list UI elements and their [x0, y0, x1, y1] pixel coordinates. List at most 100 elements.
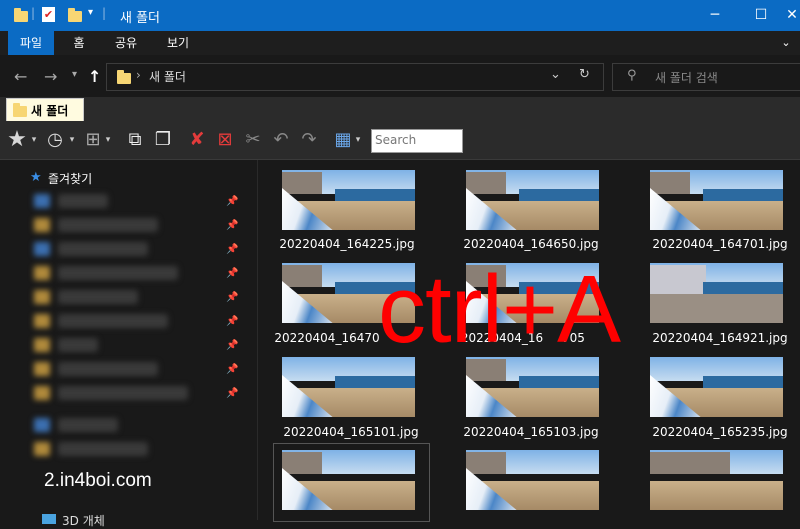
thumbnail[interactable] [650, 263, 783, 323]
thumbnail[interactable] [282, 450, 415, 510]
blurred-item[interactable] [58, 418, 118, 432]
thumbnail[interactable] [282, 170, 415, 230]
pin-icon[interactable]: 📌 [226, 196, 238, 207]
folder-icon [14, 8, 28, 22]
search-input[interactable]: ⚲ 새 폴더 검색 [612, 63, 800, 91]
thumbnail[interactable] [466, 170, 599, 230]
expand-ribbon-icon[interactable]: ⌄ [778, 31, 794, 55]
blurred-item[interactable] [58, 386, 188, 400]
new-folder-icon[interactable] [68, 8, 82, 22]
menu-home[interactable]: 홈 [62, 31, 96, 55]
breadcrumb-chevron-icon[interactable]: › [136, 68, 141, 82]
chevron-down-icon[interactable]: ▾ [104, 130, 112, 150]
3d-objects-icon [42, 514, 56, 524]
search-icon: ⚲ [627, 68, 637, 83]
chevron-down-icon[interactable]: ▾ [88, 7, 93, 18]
file-name[interactable]: 20220404_165235.jpg [645, 425, 795, 439]
star-icon: ★ [30, 170, 42, 185]
pin-icon[interactable]: 📌 [226, 220, 238, 231]
navigation-pane: ★ 즐겨찾기 📌 📌 📌 📌 📌 📌 📌 📌 📌 3D 개체 [0, 160, 258, 528]
pin-icon[interactable]: 📌 [226, 316, 238, 327]
pin-icon[interactable]: 📌 [226, 244, 238, 255]
pin-icon[interactable]: 📌 [226, 292, 238, 303]
pin-icon[interactable]: 📌 [226, 340, 238, 351]
pin-icon[interactable]: 📌 [226, 388, 238, 399]
quick-access-label[interactable]: 즐겨찾기 [48, 170, 92, 187]
blurred-icon [34, 218, 50, 232]
thumbnail[interactable] [650, 170, 783, 230]
chevron-down-icon[interactable]: ▾ [354, 130, 362, 150]
chevron-down-icon[interactable]: ▾ [30, 130, 38, 150]
folder-icon [13, 103, 27, 117]
blurred-item[interactable] [58, 362, 158, 376]
thumbnail[interactable] [466, 357, 599, 417]
file-name[interactable]: 20220404_164921.jpg [645, 331, 795, 345]
ctrl-a-overlay-text: ctrl+A [378, 256, 621, 363]
watermark-text: 2.in4boi.com [44, 470, 152, 491]
cut-icon[interactable]: ✂ [242, 130, 264, 150]
title-bar: | ✔ ▾ | 새 폴더 ─ ☐ ✕ [0, 0, 800, 31]
menu-view[interactable]: 보기 [156, 31, 200, 55]
delete-item-icon[interactable]: ⊠ [214, 130, 236, 150]
blurred-icon [34, 194, 50, 208]
blurred-item[interactable] [58, 338, 98, 352]
toolbar-search-input[interactable]: Search [371, 129, 463, 153]
view-grid-icon[interactable]: ▦ [332, 130, 354, 150]
thumbnail[interactable] [282, 357, 415, 417]
pin-icon[interactable]: 📌 [226, 268, 238, 279]
blurred-icon [34, 266, 50, 280]
blurred-item[interactable] [58, 290, 138, 304]
blurred-item[interactable] [58, 194, 108, 208]
blurred-item[interactable] [58, 314, 168, 328]
blurred-item[interactable] [58, 242, 148, 256]
copy-icon[interactable]: ❐ [152, 130, 174, 150]
chevron-down-icon[interactable]: ▾ [68, 130, 76, 150]
minimize-button[interactable]: ─ [692, 0, 738, 31]
thumbnail[interactable] [650, 450, 783, 510]
blurred-item[interactable] [58, 218, 158, 232]
thumbnail[interactable] [466, 450, 599, 510]
back-button[interactable]: ← [14, 67, 27, 86]
blurred-item[interactable] [58, 442, 148, 456]
close-button[interactable]: ✕ [784, 0, 800, 31]
recent-locations-icon[interactable]: ▾ [72, 69, 77, 80]
file-name[interactable]: 20220404_164650.jpg [456, 237, 606, 251]
up-button[interactable]: ↑ [88, 67, 101, 86]
file-name[interactable]: 20220404_16470 [272, 331, 382, 345]
thumbnail[interactable] [650, 357, 783, 417]
delete-icon[interactable]: ✘ [186, 130, 208, 150]
blurred-icon [34, 418, 50, 432]
blurred-icon [34, 242, 50, 256]
blurred-item[interactable] [58, 266, 178, 280]
folder-icon [117, 70, 131, 84]
chevron-down-icon[interactable]: ⌄ [550, 67, 561, 82]
address-bar[interactable]: › 새 폴더 ⌄ ↻ [106, 63, 604, 91]
pin-icon[interactable]: 📌 [226, 364, 238, 375]
separator: | [31, 6, 36, 20]
favorites-star-icon[interactable]: ★ [6, 129, 28, 151]
menu-share[interactable]: 공유 [104, 31, 148, 55]
undo-icon[interactable]: ↶ [270, 130, 292, 150]
windows-logo-icon[interactable]: ⊞ [82, 130, 104, 150]
sidebar-3d-objects[interactable]: 3D 개체 [62, 512, 105, 529]
file-name[interactable]: 20220404_165103.jpg [456, 425, 606, 439]
pane-divider[interactable] [257, 160, 258, 520]
breadcrumb[interactable]: 새 폴더 [149, 68, 186, 85]
menu-file[interactable]: 파일 [8, 31, 54, 55]
tab-bar: 새 폴더 [0, 97, 800, 122]
redo-icon[interactable]: ↷ [298, 130, 320, 150]
properties-icon[interactable]: ✔ [42, 7, 55, 22]
navigation-bar: ← → ▾ ↑ › 새 폴더 ⌄ ↻ ⚲ 새 폴더 검색 [0, 55, 800, 97]
refresh-icon[interactable]: ↻ [579, 67, 590, 82]
new-window-icon[interactable]: ⧉ [124, 130, 146, 150]
blurred-icon [34, 338, 50, 352]
forward-button[interactable]: → [44, 67, 57, 86]
file-name[interactable]: 20220404_164701.jpg [645, 237, 795, 251]
tab-new-folder[interactable]: 새 폴더 [6, 98, 84, 122]
window-title: 새 폴더 [120, 11, 161, 26]
history-clock-icon[interactable]: ◷ [44, 130, 66, 150]
maximize-button[interactable]: ☐ [738, 0, 784, 31]
file-name[interactable]: 20220404_164225.jpg [272, 237, 422, 251]
blurred-icon [34, 314, 50, 328]
file-name[interactable]: 20220404_165101.jpg [276, 425, 426, 439]
